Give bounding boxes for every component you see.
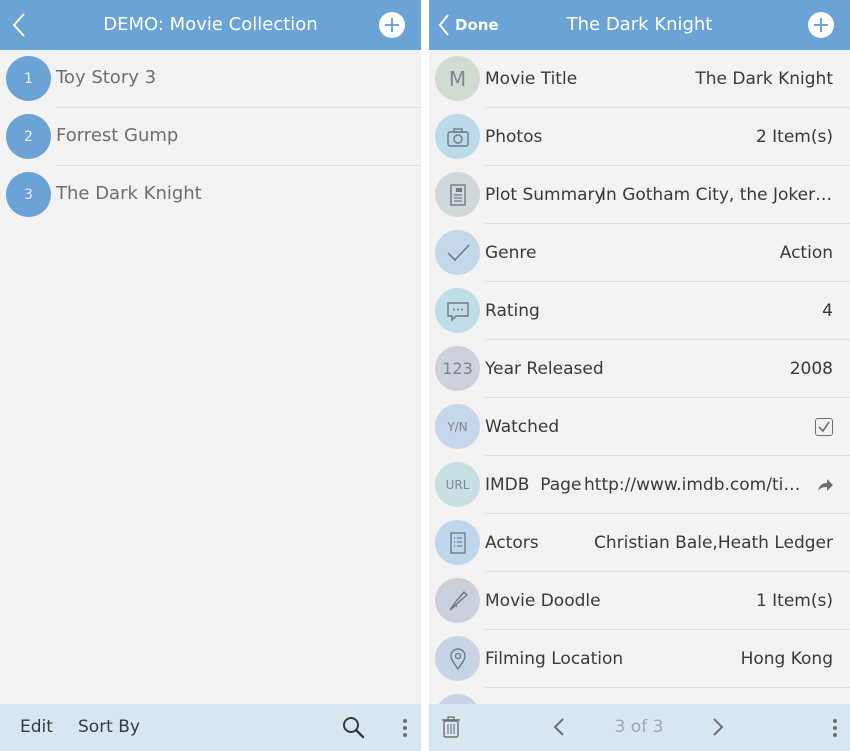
list-navbar: DEMO: Movie Collection xyxy=(0,0,421,50)
field-watched[interactable]: Y/N Watched xyxy=(429,398,850,456)
number-icon: 123 xyxy=(435,346,480,391)
page-indicator: 3 of 3 xyxy=(614,717,664,737)
add-movie-button[interactable] xyxy=(379,12,405,38)
field-filming-location[interactable]: Filming Location Hong Kong xyxy=(429,630,850,688)
add-field-button[interactable] xyxy=(808,12,834,38)
map-pin-icon xyxy=(435,636,480,681)
number-badge: 3 xyxy=(6,172,51,217)
field-genre[interactable]: Genre Action xyxy=(429,224,850,282)
field-value: In Gotham City, the Joker an… xyxy=(601,185,833,205)
list-toolbar: Edit Sort By xyxy=(0,704,421,751)
search-icon[interactable] xyxy=(341,715,365,739)
field-movie-title[interactable]: M Movie Title The Dark Knight xyxy=(429,50,850,108)
camera-icon xyxy=(435,114,480,159)
field-label: Plot Summary xyxy=(485,185,605,205)
number-badge: 2 xyxy=(6,114,51,159)
field-label: Year Released xyxy=(485,359,604,379)
field-value: Action xyxy=(779,243,833,263)
field-imdb-page[interactable]: URL IMDB Page http://www.imdb.com/title/… xyxy=(429,456,850,514)
back-chevron-icon[interactable] xyxy=(10,10,30,40)
field-label: Movie Doodle xyxy=(485,591,601,611)
share-arrow-icon[interactable] xyxy=(816,476,834,494)
field-label: Watched xyxy=(485,417,560,437)
number-badge: 1 xyxy=(6,56,51,101)
field-rating[interactable]: Rating 4 xyxy=(429,282,850,340)
page-title: The Dark Knight xyxy=(566,14,713,35)
speech-bubble-icon xyxy=(435,288,480,333)
previous-chevron-icon[interactable] xyxy=(551,715,567,739)
url-icon: URL xyxy=(435,462,480,507)
doodle-brush-icon xyxy=(435,578,480,623)
list-item-the-dark-knight[interactable]: 3 The Dark Knight xyxy=(0,166,421,224)
field-value: 2 Item(s) xyxy=(755,127,833,147)
movie-list-panel: DEMO: Movie Collection 1 Toy Story 3 2 F… xyxy=(0,0,421,751)
field-photos[interactable]: Photos 2 Item(s) xyxy=(429,108,850,166)
list-icon xyxy=(435,520,480,565)
trash-icon[interactable] xyxy=(440,715,462,739)
back-chevron-icon xyxy=(438,14,449,36)
field-label: Actors xyxy=(485,533,539,553)
list-item-toy-story-3[interactable]: 1 Toy Story 3 xyxy=(0,50,421,108)
watched-checkbox[interactable] xyxy=(815,418,833,436)
field-label: Rating xyxy=(485,301,540,321)
detail-navbar: Done The Dark Knight xyxy=(429,0,850,50)
letter-m-icon: M xyxy=(435,56,480,101)
yes-no-icon: Y/N xyxy=(435,404,480,449)
movie-name: The Dark Knight xyxy=(56,183,202,204)
field-value: Christian Bale,Heath Ledger xyxy=(593,533,833,553)
field-list: M Movie Title The Dark Knight Photos 2 I… xyxy=(429,50,850,746)
field-label: Filming Location xyxy=(485,649,624,669)
more-options-icon[interactable] xyxy=(832,718,838,738)
detail-toolbar: 3 of 3 xyxy=(429,704,850,751)
field-actors[interactable]: Actors Christian Bale,Heath Ledger xyxy=(429,514,850,572)
document-icon xyxy=(435,172,480,217)
field-label: Photos xyxy=(485,127,543,147)
field-value: Hong Kong xyxy=(740,649,833,669)
page-title: DEMO: Movie Collection xyxy=(103,14,318,35)
field-value: 4 xyxy=(822,301,833,321)
field-label: Movie Title xyxy=(485,69,578,89)
field-movie-doodle[interactable]: Movie Doodle 1 Item(s) xyxy=(429,572,850,630)
checkmark-icon xyxy=(435,230,480,275)
list-item-forrest-gump[interactable]: 2 Forrest Gump xyxy=(0,108,421,166)
field-label: Genre xyxy=(485,243,537,263)
field-value: 2008 xyxy=(789,359,833,379)
field-value: 1 Item(s) xyxy=(755,591,833,611)
more-options-icon[interactable] xyxy=(402,718,408,738)
field-year-released[interactable]: 123 Year Released 2008 xyxy=(429,340,850,398)
field-value: http://www.imdb.com/title/… xyxy=(584,475,806,495)
movie-detail-panel: Done The Dark Knight M Movie Title The D… xyxy=(429,0,850,751)
field-plot-summary[interactable]: Plot Summary In Gotham City, the Joker a… xyxy=(429,166,850,224)
movie-name: Toy Story 3 xyxy=(56,67,157,88)
next-chevron-icon[interactable] xyxy=(710,715,726,739)
movie-list: 1 Toy Story 3 2 Forrest Gump 3 The Dark … xyxy=(0,50,421,224)
movie-name: Forrest Gump xyxy=(56,125,179,146)
sort-by-button[interactable]: Sort By xyxy=(78,704,140,751)
field-value: The Dark Knight xyxy=(695,69,833,89)
field-label: IMDB Page xyxy=(485,475,582,495)
edit-button[interactable]: Edit xyxy=(20,704,53,751)
